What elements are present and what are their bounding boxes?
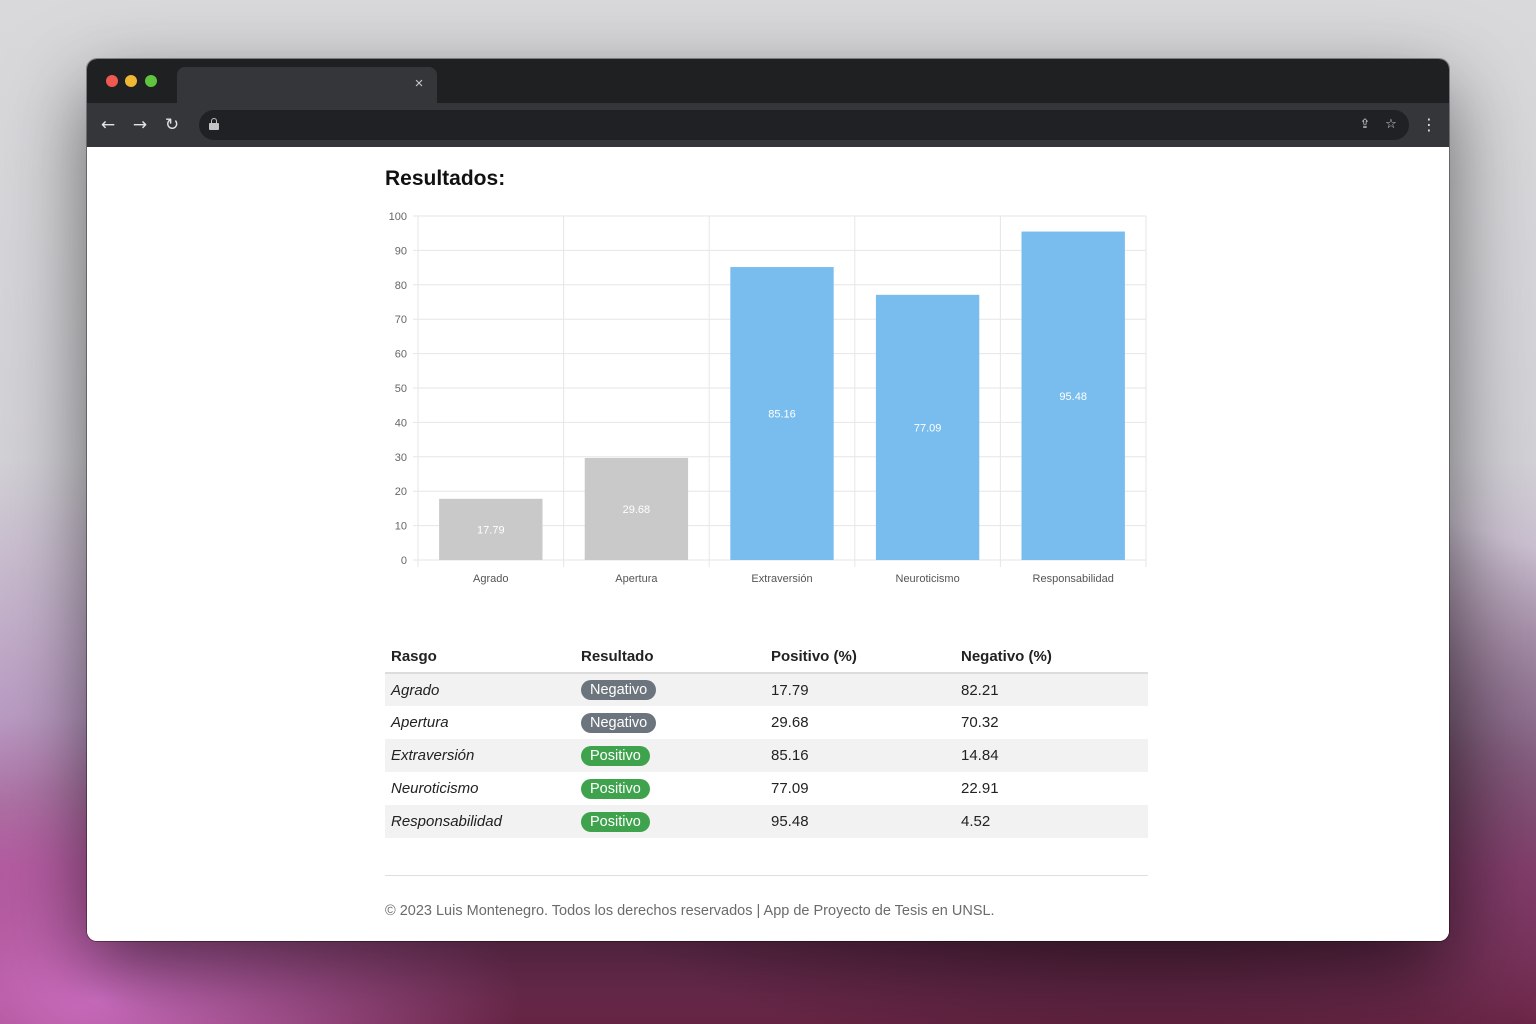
- result-cell: Negativo: [575, 706, 765, 739]
- footer-divider: [385, 875, 1148, 876]
- bar-value-label: 17.79: [477, 524, 505, 536]
- y-tick-label: 60: [395, 349, 407, 361]
- page-title: Resultados:: [385, 167, 506, 190]
- x-tick-label: Responsabilidad: [1033, 573, 1114, 585]
- tab-close-icon[interactable]: ×: [411, 76, 427, 92]
- trait-cell: Apertura: [391, 714, 449, 731]
- y-tick-label: 20: [395, 486, 407, 498]
- page-content: Resultados: 0 10 20 30 40 50 60 70 80 90 100 17.79 A…: [87, 147, 1449, 941]
- bar-value-label: 95.48: [1059, 391, 1087, 403]
- lock-icon: [209, 118, 219, 130]
- header-positivo: Positivo (%): [765, 641, 955, 674]
- positive-cell: 95.48: [765, 805, 955, 838]
- positive-cell: 29.68: [771, 714, 809, 731]
- header-resultado: Resultado: [575, 641, 765, 674]
- reload-icon[interactable]: ↻: [160, 113, 184, 137]
- result-cell: Positivo: [575, 805, 765, 838]
- bar-value-label: 29.68: [623, 504, 651, 516]
- bar-chart-svg: 0 10 20 30 40 50 60 70 80 90 100 17.79 Agrado 29.68 Ap…: [389, 211, 1147, 585]
- results-chart: 0 10 20 30 40 50 60 70 80 90 100 17.79 Agrado 29.68 Ap…: [385, 207, 1148, 597]
- maximize-window-button[interactable]: [145, 75, 157, 87]
- negative-cell: 14.84: [955, 739, 1148, 772]
- table-row: Extraversión Positivo 85.16 14.84: [385, 739, 1148, 772]
- result-cell: Positivo: [575, 739, 765, 772]
- table-row: Apertura Negativo 29.68 70.32: [385, 706, 1148, 739]
- back-icon[interactable]: ←: [96, 113, 120, 137]
- minimize-window-button[interactable]: [125, 75, 137, 87]
- browser-menu-icon[interactable]: ⋮: [1421, 114, 1437, 136]
- negative-cell: 70.32: [961, 714, 999, 731]
- status-badge: Positivo: [581, 778, 650, 799]
- positive-cell: 17.79: [765, 673, 955, 706]
- footer-text: © 2023 Luis Montenegro. Todos los derech…: [385, 903, 995, 919]
- results-table: Rasgo Resultado Positivo (%) Negativo (%…: [385, 641, 1148, 838]
- table-row: Agrado Negativo 17.79 82.21: [385, 673, 1148, 706]
- result-cell: Negativo: [575, 673, 765, 706]
- result-cell: Positivo: [575, 772, 765, 805]
- y-tick-label: 90: [395, 245, 407, 257]
- bar-value-label: 85.16: [768, 409, 796, 421]
- close-window-button[interactable]: [106, 75, 118, 87]
- negative-cell: 4.52: [955, 805, 1148, 838]
- bookmark-star-icon[interactable]: ☆: [1381, 115, 1401, 135]
- header-rasgo: Rasgo: [385, 641, 575, 674]
- browser-tab[interactable]: ×: [177, 67, 437, 103]
- y-tick-label: 10: [395, 521, 407, 533]
- bar-value-label: 77.09: [914, 422, 942, 434]
- status-badge: Positivo: [581, 745, 650, 766]
- y-tick-label: 30: [395, 452, 407, 464]
- header-negativo: Negativo (%): [955, 641, 1148, 674]
- status-badge: Negativo: [581, 712, 657, 733]
- positive-cell: 85.16: [765, 739, 955, 772]
- table-row: Responsabilidad Positivo 95.48 4.52: [385, 805, 1148, 838]
- browser-toolbar: ← → ↻ ⇪ ☆ ⋮: [87, 103, 1449, 147]
- y-tick-label: 100: [389, 211, 407, 223]
- forward-icon[interactable]: →: [128, 113, 152, 137]
- y-tick-label: 50: [395, 383, 407, 395]
- address-bar[interactable]: ⇪ ☆: [199, 110, 1409, 140]
- browser-window: × ← → ↻ ⇪ ☆ ⋮ Resultados: 0 10 20 30 40 50 60 7…: [87, 59, 1449, 941]
- browser-titlebar: ×: [87, 59, 1449, 103]
- trait-cell: Agrado: [385, 673, 575, 706]
- x-tick-label: Neuroticismo: [896, 573, 960, 585]
- status-badge: Negativo: [581, 680, 657, 700]
- negative-cell: 22.91: [961, 780, 999, 797]
- y-tick-label: 40: [395, 417, 407, 429]
- x-tick-label: Agrado: [473, 573, 508, 585]
- x-tick-label: Apertura: [615, 573, 658, 585]
- positive-cell: 77.09: [771, 780, 809, 797]
- trait-cell: Neuroticismo: [391, 780, 479, 797]
- share-icon[interactable]: ⇪: [1355, 115, 1375, 135]
- negative-cell: 82.21: [955, 673, 1148, 706]
- table-header-row: Rasgo Resultado Positivo (%) Negativo (%…: [385, 641, 1148, 674]
- table-row: Neuroticismo Positivo 77.09 22.91: [385, 772, 1148, 805]
- x-tick-label: Extraversión: [751, 573, 812, 585]
- trait-cell: Responsabilidad: [385, 805, 575, 838]
- y-tick-label: 0: [401, 555, 407, 567]
- y-tick-label: 80: [395, 280, 407, 292]
- trait-cell: Extraversión: [385, 739, 575, 772]
- status-badge: Positivo: [581, 811, 650, 832]
- y-tick-label: 70: [395, 314, 407, 326]
